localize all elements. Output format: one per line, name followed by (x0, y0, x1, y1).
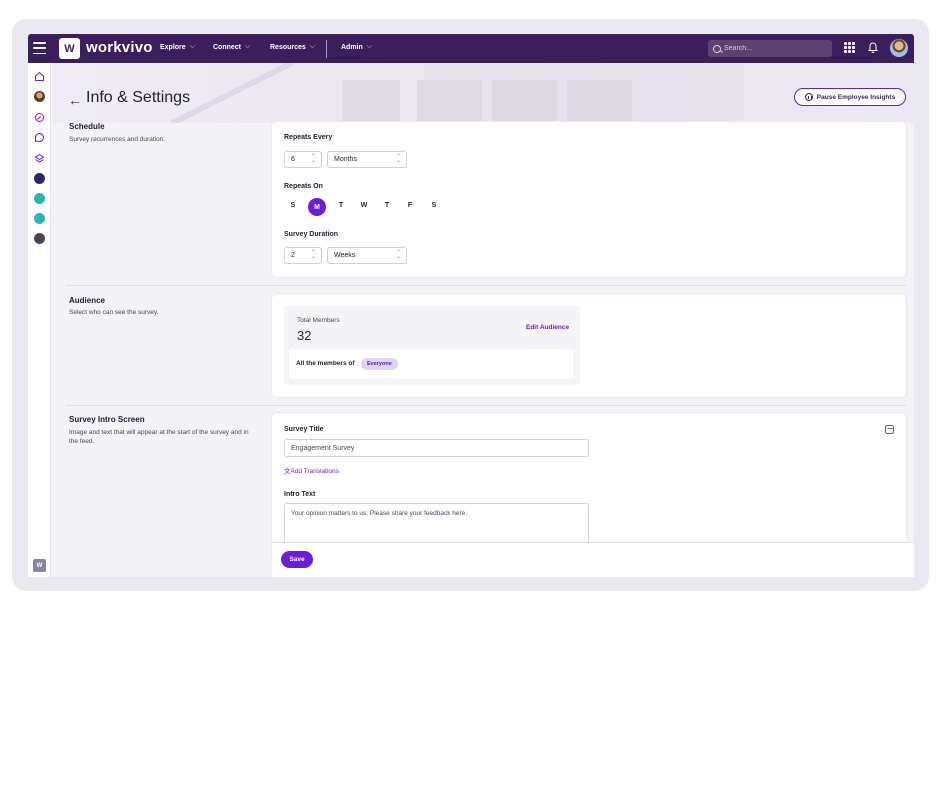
everyone-badge: Everyone (361, 358, 398, 370)
page-title: Info & Settings (86, 89, 191, 106)
schedule-title: Schedule (69, 122, 105, 131)
stepper-icon: ⌃ ⌄ (395, 154, 401, 164)
workvivo-rail-icon[interactable]: W (33, 559, 46, 572)
apps-grid-icon[interactable] (844, 42, 855, 53)
survey-duration-label: Survey Duration (284, 231, 339, 238)
chevron-down-icon: ⌵ (309, 43, 316, 50)
chevron-down-icon: ⌵ (366, 43, 373, 50)
members-text: All the members of (296, 360, 355, 367)
banner-photo (567, 80, 632, 123)
survey-title-label: Survey Title (284, 426, 324, 433)
banner-photo (342, 80, 400, 123)
duration-select[interactable]: 2 ⌃ ⌄ (284, 247, 322, 264)
compass-icon[interactable] (34, 112, 45, 123)
pause-insights-button[interactable]: Pause Employee Insights (794, 88, 906, 106)
top-nav-bar: W workvivo Explore ⌵ Connect ⌵ Resources ⌵ … (28, 34, 914, 63)
logo-icon[interactable]: W (59, 38, 80, 59)
chat-icon[interactable] (34, 132, 45, 143)
schedule-description: Survey recurrences and duration. (69, 136, 166, 143)
repeats-every-select[interactable]: 6 ⌃ ⌄ (284, 151, 322, 168)
day-friday[interactable]: F (404, 202, 416, 209)
total-members-count: 32 (297, 328, 312, 343)
repeats-on-label: Repeats On (284, 183, 323, 190)
section-divider (66, 285, 906, 286)
audience-title: Audience (69, 296, 106, 305)
intro-title: Survey Intro Screen (69, 415, 145, 424)
day-wednesday[interactable]: W (358, 202, 370, 209)
day-sunday[interactable]: S (287, 202, 299, 209)
day-saturday[interactable]: S (428, 202, 440, 209)
repeats-every-unit-select[interactable]: Months ⌃ ⌄ (327, 151, 407, 168)
intro-text-area[interactable]: Your opinion matters to us. Please share… (284, 503, 589, 545)
nav-explore[interactable]: Explore ⌵ (160, 43, 195, 51)
duration-unit-select[interactable]: Weeks ⌃ ⌄ (327, 247, 407, 264)
banner-photo (492, 80, 557, 123)
survey-title-input[interactable] (284, 439, 589, 457)
space-icon[interactable] (34, 173, 45, 184)
brand-name[interactable]: workvivo (86, 39, 153, 56)
nav-resources[interactable]: Resources ⌵ (270, 43, 315, 51)
nav-explore-label: Explore (160, 43, 186, 51)
nav-connect[interactable]: Connect ⌵ (213, 43, 250, 51)
intro-text-label: Intro Text (284, 491, 316, 498)
search-box[interactable] (708, 40, 832, 57)
day-monday[interactable]: M (308, 198, 326, 216)
stepper-icon: ⌃ ⌄ (395, 250, 401, 260)
profile-avatar[interactable] (34, 91, 45, 102)
repeats-every-value: 6 (291, 156, 295, 163)
space-icon[interactable] (34, 213, 45, 224)
repeats-every-unit: Months (334, 156, 357, 163)
layers-icon[interactable] (34, 153, 45, 164)
nav-admin-label: Admin (341, 43, 363, 51)
chevron-down-icon: ⌵ (245, 43, 251, 50)
stepper-icon: ⌃ ⌄ (310, 154, 316, 164)
nav-connect-label: Connect (213, 43, 241, 51)
search-icon (713, 44, 721, 53)
repeats-every-label: Repeats Every (284, 134, 333, 141)
pause-icon (804, 93, 813, 101)
footer-bar (272, 542, 914, 577)
search-input[interactable] (724, 45, 824, 52)
duration-value: 2 (291, 252, 295, 259)
image-icon[interactable] (885, 425, 894, 434)
total-members-label: Total Members (297, 317, 340, 324)
nav-admin[interactable]: Admin ⌵ (341, 43, 372, 51)
chevron-down-icon: ⌵ (189, 43, 195, 50)
settings-icon[interactable] (34, 233, 45, 244)
section-divider (66, 405, 906, 406)
intro-description: Image and text that will appear at the s… (69, 429, 249, 445)
edit-audience-link[interactable]: Edit Audience (526, 324, 569, 331)
add-translations-link[interactable]: 文Add Translations (284, 465, 339, 475)
space-icon[interactable] (34, 193, 45, 204)
user-avatar[interactable] (890, 39, 908, 57)
banner-photo (417, 80, 482, 123)
stepper-icon: ⌃ ⌄ (310, 250, 316, 260)
menu-icon[interactable] (33, 42, 46, 54)
bell-icon[interactable] (868, 41, 878, 53)
day-thursday[interactable]: T (381, 202, 393, 209)
back-arrow-icon[interactable]: ← (68, 92, 82, 108)
pause-insights-label: Pause Employee Insights (816, 93, 896, 101)
day-tuesday[interactable]: T (335, 202, 347, 209)
audience-description: Select who can see the survey. (69, 309, 159, 316)
duration-unit: Weeks (334, 252, 356, 259)
nav-divider (326, 40, 327, 58)
home-icon[interactable] (34, 71, 45, 82)
nav-resources-label: Resources (270, 43, 306, 51)
add-translations-label: Add Translations (290, 468, 339, 475)
save-button[interactable]: Save (281, 551, 313, 568)
